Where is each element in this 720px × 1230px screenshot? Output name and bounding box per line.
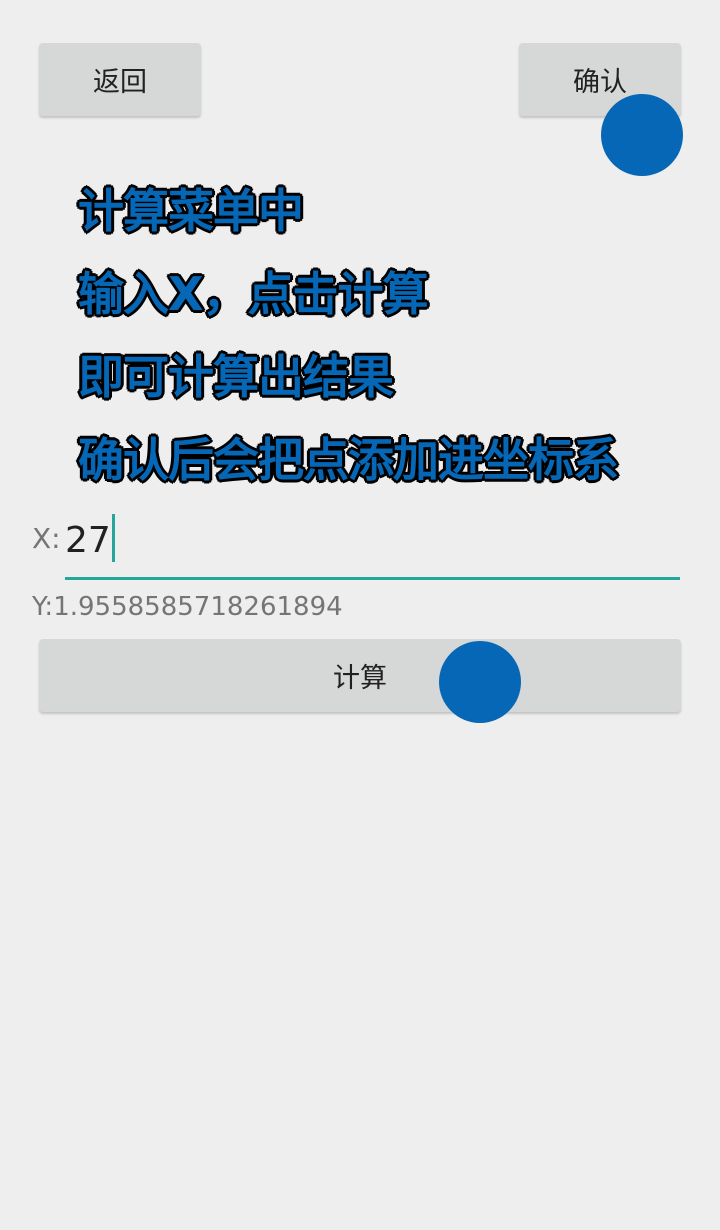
calculate-button[interactable]: 计算 (39, 639, 681, 712)
touch-indicator (601, 94, 683, 176)
instruction-line: 计算菜单中 (77, 183, 306, 240)
calculate-button-label: 计算 (333, 663, 387, 694)
x-input[interactable]: 27 (65, 510, 680, 580)
back-button-label: 返回 (93, 67, 147, 98)
x-field-label: X: (32, 522, 61, 555)
instruction-line: 输入X，点击计算 (77, 266, 430, 323)
instruction-overlay: 计算菜单中 输入X，点击计算 即可计算出结果 确认后会把点添加进坐标系 (77, 170, 621, 502)
touch-indicator (439, 641, 521, 723)
x-input-value: 27 (65, 520, 111, 561)
instruction-line: 即可计算出结果 (77, 349, 396, 406)
y-result-text: Y:1.9558585718261894 (32, 592, 343, 622)
instruction-line: 确认后会把点添加进坐标系 (77, 432, 621, 489)
text-cursor (111, 514, 115, 562)
back-button[interactable]: 返回 (39, 43, 201, 116)
confirm-button-label: 确认 (573, 67, 627, 98)
